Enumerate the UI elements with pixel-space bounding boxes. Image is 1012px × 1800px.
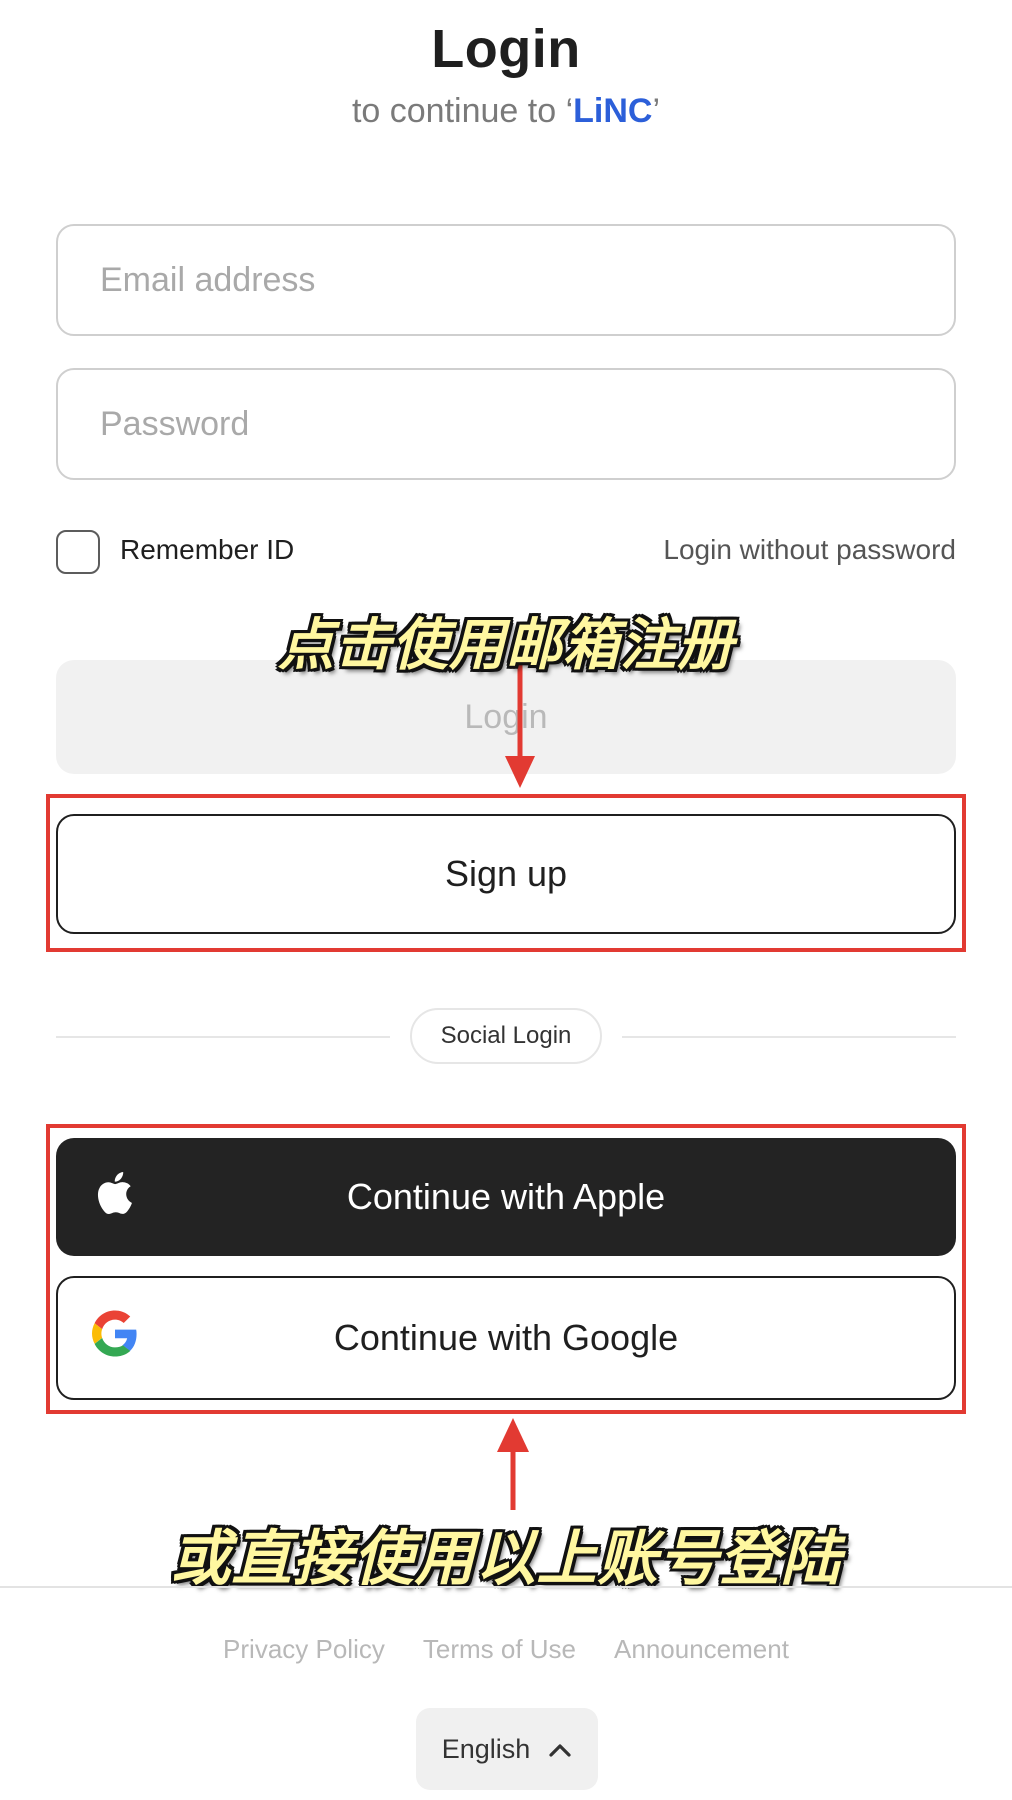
language-selector[interactable]: English: [416, 1708, 598, 1790]
annotation-signup-hint: 点击使用邮箱注册: [278, 613, 734, 676]
footer-links: Privacy Policy Terms of Use Announcement: [0, 1634, 1012, 1665]
footer-divider: [0, 1586, 1012, 1588]
arrow-down-to-signup: [505, 664, 535, 788]
chevron-up-icon: [548, 1734, 572, 1765]
annotation-social-hint: 或直接使用以上账号登陆: [170, 1525, 842, 1592]
privacy-policy-link[interactable]: Privacy Policy: [223, 1634, 385, 1665]
arrow-up-to-social: [497, 1418, 529, 1510]
terms-of-use-link[interactable]: Terms of Use: [423, 1634, 576, 1665]
language-label: English: [441, 1733, 531, 1764]
announcement-link[interactable]: Announcement: [614, 1634, 789, 1665]
